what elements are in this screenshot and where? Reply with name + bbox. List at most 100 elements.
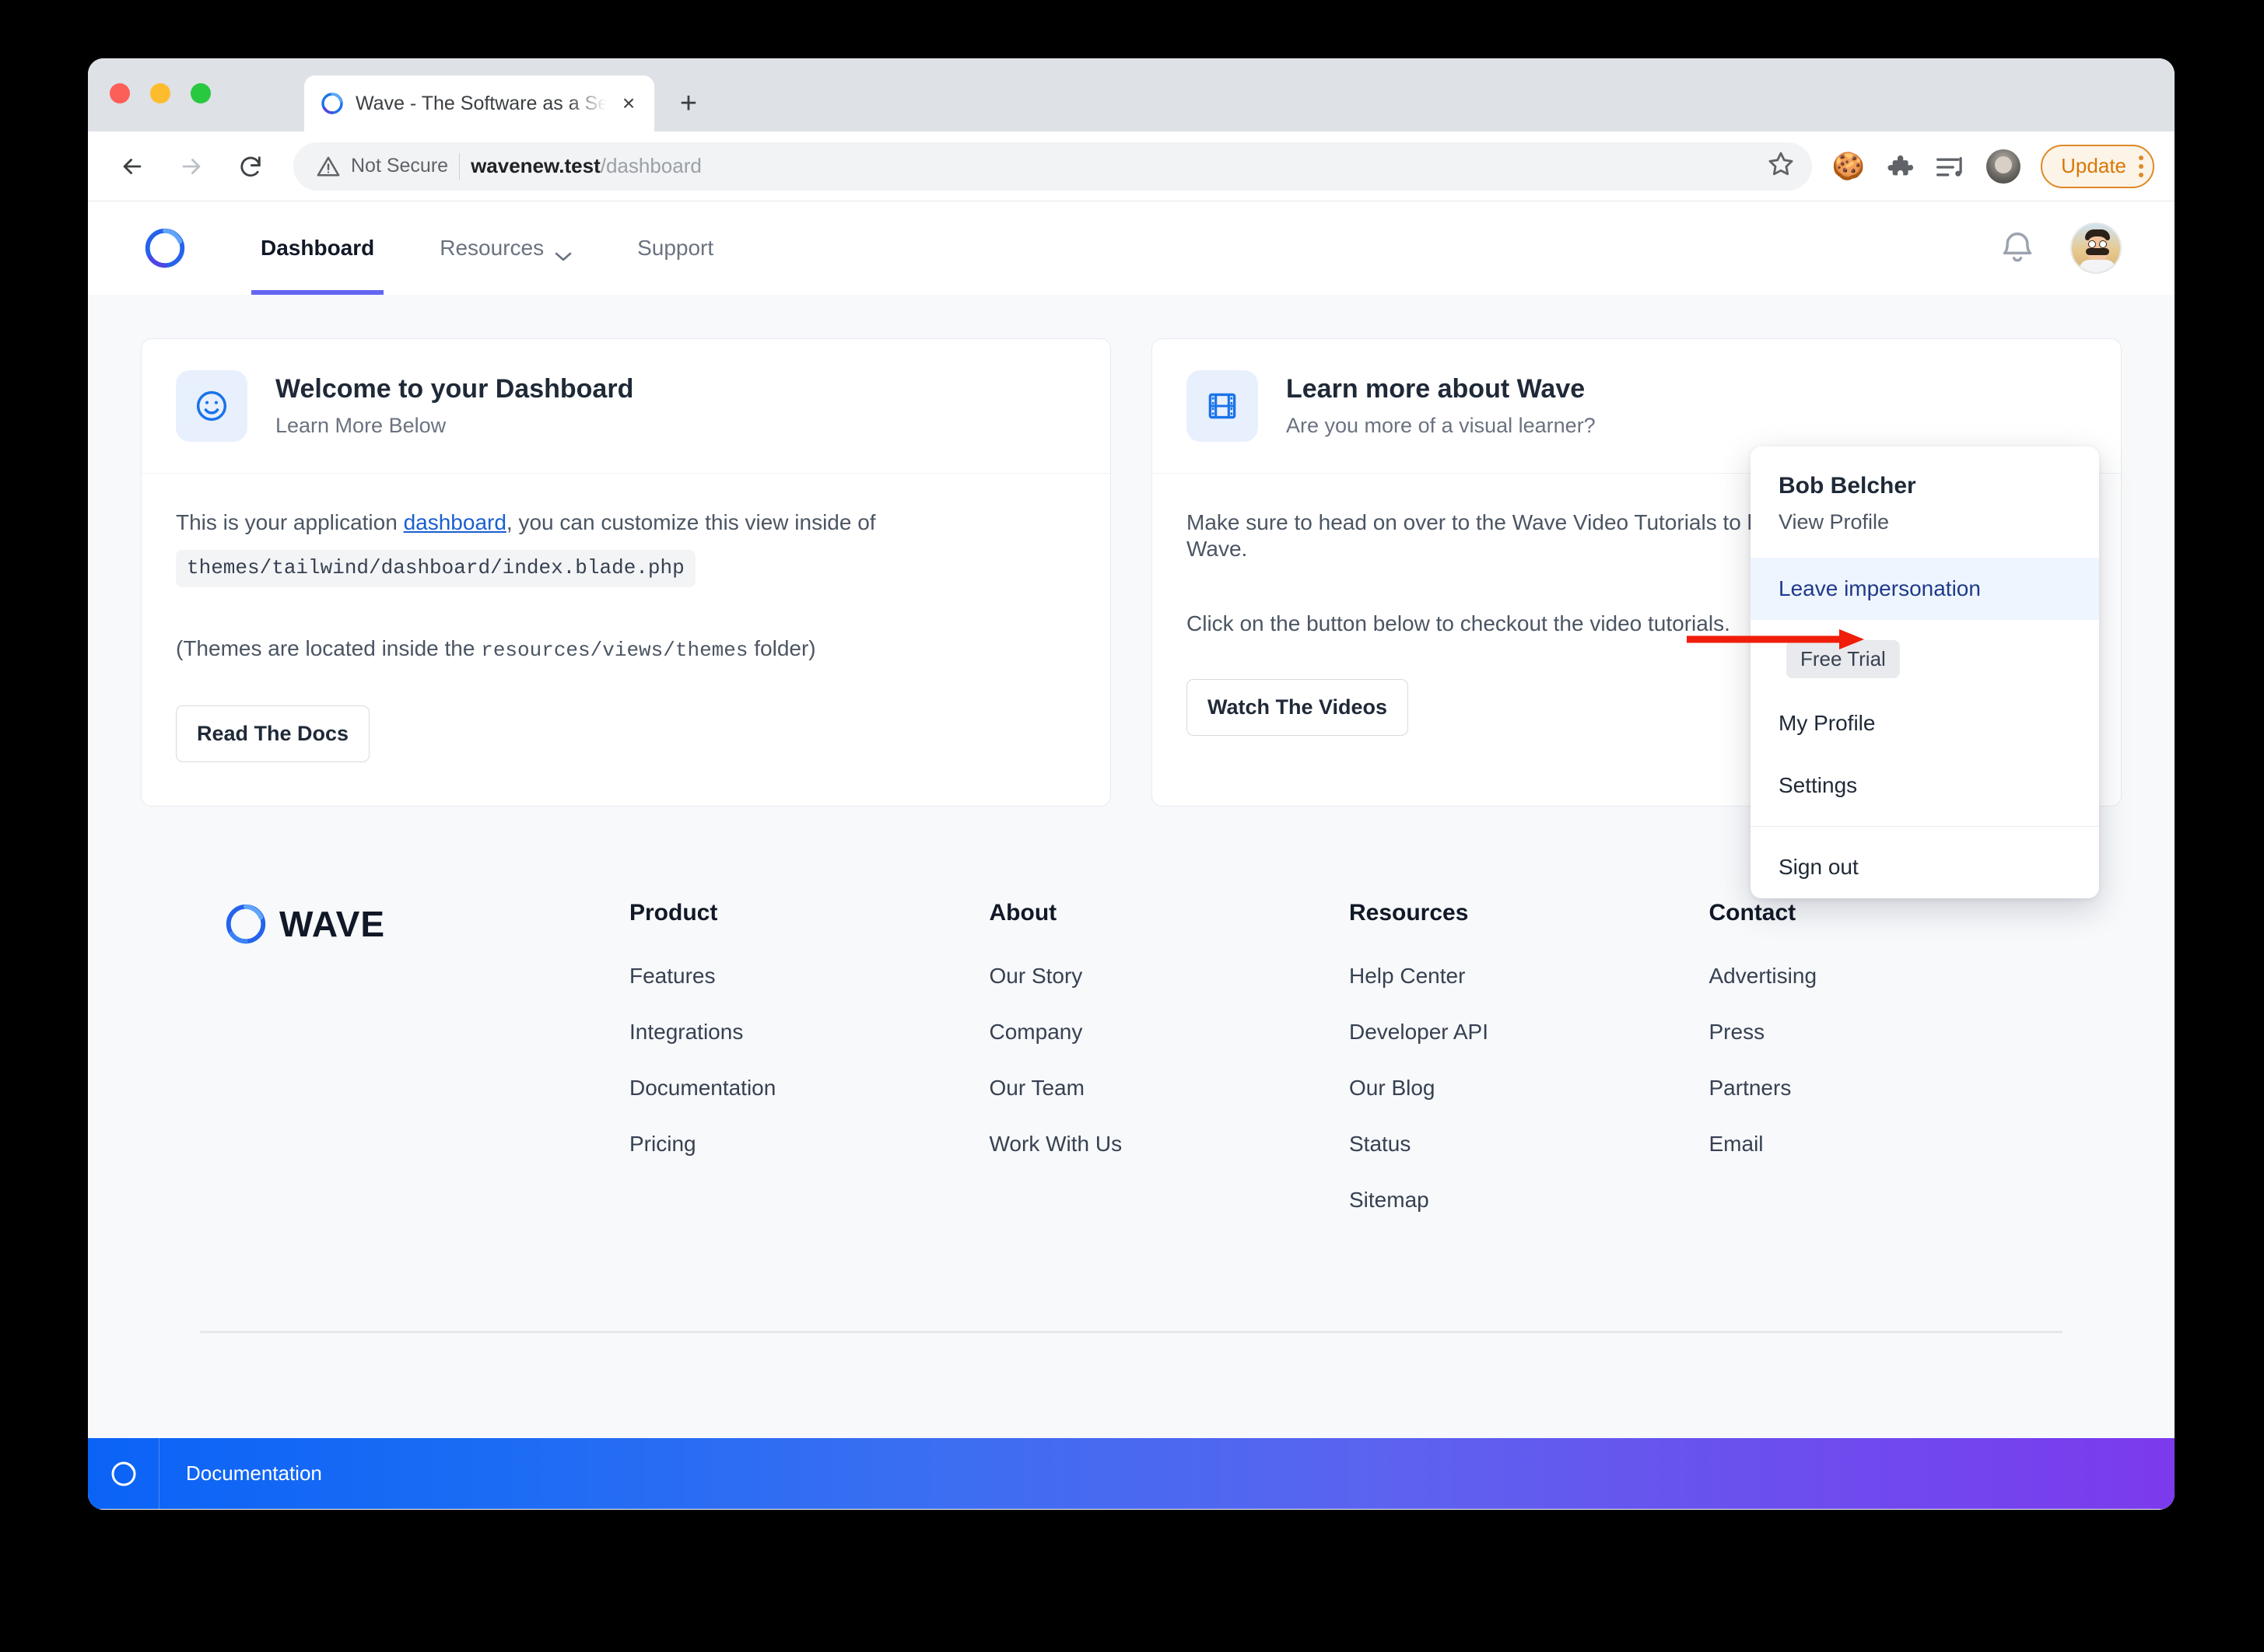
browser-profile-avatar[interactable] [1986,149,2021,184]
footer-column-about: About Our Story Company Our Team Work Wi… [990,900,1350,1244]
cookie-icon[interactable]: 🍪 [1832,153,1865,180]
user-dropdown-menu: Bob Belcher View Profile Leave impersona… [1751,446,2099,898]
close-tab-icon[interactable]: × [617,92,640,115]
dashboard-link[interactable]: dashboard [404,510,506,534]
puzzle-piece-icon[interactable] [1885,152,1915,181]
footer-link[interactable]: Email [1709,1132,2069,1157]
watch-the-videos-button[interactable]: Watch The Videos [1186,679,1409,737]
footer-column-heading: Resources [1349,899,1469,926]
app-navbar: Dashboard Resources Support [88,201,2175,295]
address-bar[interactable]: Not Secure wavenew.test/dashboard [293,142,1812,191]
nav-link-support[interactable]: Support [605,201,746,295]
nav-link-dashboard[interactable]: Dashboard [228,201,407,295]
footer-link[interactable]: Our Blog [1349,1076,1709,1101]
themes-note-after: folder) [748,635,816,660]
smiley-face-icon [176,370,247,442]
dropdown-divider [1751,826,2099,827]
card-header-text: Learn more about Wave Are you more of a … [1286,374,1596,438]
footer-brand-text: WAVE [279,903,386,944]
update-button[interactable]: Update [2041,144,2154,188]
footer-link[interactable]: Sitemap [1349,1188,1709,1213]
welcome-card: Welcome to your Dashboard Learn More Bel… [141,338,1111,807]
card-header-text: Welcome to your Dashboard Learn More Bel… [275,374,633,438]
nav-link-label: Resources [440,236,545,260]
footer-link[interactable]: Features [629,964,990,989]
dropdown-user-header[interactable]: Bob Belcher View Profile [1751,446,2099,558]
wave-logo-icon [222,900,270,948]
new-tab-button[interactable]: + [667,82,710,125]
browser-window: Wave - The Software as a Serv × + Not Se… [88,58,2175,1510]
kebab-menu-icon[interactable] [2139,155,2143,177]
footer-brand: WAVE [194,900,629,1244]
toolbar-right-actions: 🍪 Update [1832,144,2154,188]
maximize-window-button[interactable] [191,83,211,103]
star-icon[interactable] [1765,149,1801,184]
media-playlist-icon[interactable] [1935,153,1966,180]
paragraph-text-before: This is your application [176,510,404,534]
url-path: /dashboard [600,154,702,177]
menu-item-sign-out[interactable]: Sign out [1751,836,2099,898]
nav-link-label: Support [637,236,714,260]
footer-divider [200,1330,2062,1333]
primary-nav: Dashboard Resources Support [228,201,746,295]
nav-link-label: Dashboard [261,236,375,260]
theme-path-code: themes/tailwind/dashboard/index.blade.ph… [176,550,696,587]
paragraph-text-after: , you can customize this view inside of [506,510,876,534]
footer-link[interactable]: Our Story [990,964,1350,989]
footer-link[interactable]: Developer API [1349,1020,1709,1045]
wave-logo-icon[interactable] [141,224,189,272]
footer-link[interactable]: Company [990,1020,1350,1045]
footer-column-heading: Contact [1709,899,1796,926]
documentation-link[interactable]: Documentation [159,1461,349,1486]
window-traffic-lights [110,83,211,103]
dropdown-user-name: Bob Belcher [1779,473,1916,499]
bottom-docs-bar: Documentation [88,1438,2175,1509]
footer-link[interactable]: Integrations [629,1020,990,1045]
card-paragraph-themes: (Themes are located inside the resources… [176,635,1076,663]
user-avatar[interactable] [2070,222,2122,274]
menu-item-leave-impersonation[interactable]: Leave impersonation [1751,558,2099,620]
footer-link[interactable]: Press [1709,1020,2069,1045]
forward-icon[interactable] [167,142,216,191]
card-paragraph: This is your application dashboard, you … [176,509,1076,587]
card-title: Welcome to your Dashboard [275,374,634,404]
wave-logo-icon[interactable] [88,1438,159,1509]
footer-column-contact: Contact Advertising Press Partners Email [1709,900,2069,1244]
footer-link[interactable]: Documentation [629,1076,990,1101]
page-viewport: Dashboard Resources Support Welcome to y… [88,201,2175,1509]
nav-link-resources[interactable]: Resources [407,201,605,295]
wave-wordmark: WAVE [222,900,629,948]
security-status-label: Not Secure [351,155,449,177]
footer-link[interactable]: Help Center [1349,964,1709,989]
themes-note-before: (Themes are located inside the [176,635,482,660]
close-window-button[interactable] [110,83,130,103]
url-text: wavenew.test/dashboard [471,154,702,178]
card-title: Learn more about Wave [1286,374,1586,404]
browser-tab[interactable]: Wave - The Software as a Serv × [304,75,654,131]
menu-item-settings[interactable]: Settings [1751,754,2099,817]
chevron-down-icon [555,243,572,261]
footer-link[interactable]: Work With Us [990,1132,1350,1157]
menu-item-my-profile[interactable]: My Profile [1751,692,2099,754]
footer-link[interactable]: Advertising [1709,964,2069,989]
footer-link[interactable]: Our Team [990,1076,1350,1101]
omnibox-divider [459,152,461,180]
card-header: Welcome to your Dashboard Learn More Bel… [142,339,1110,474]
notification-bell-icon[interactable] [2000,229,2034,267]
back-icon[interactable] [108,142,156,191]
dropdown-view-profile-link[interactable]: View Profile [1779,510,2071,534]
minimize-window-button[interactable] [150,83,170,103]
reload-icon[interactable] [226,142,275,191]
not-secure-warning-icon [317,155,340,178]
wave-logo-icon [320,91,345,116]
read-the-docs-button[interactable]: Read The Docs [176,705,370,762]
card-subtitle: Are you more of a visual learner? [1286,414,1596,437]
red-annotation-arrow-icon [1687,628,1866,651]
card-body: This is your application dashboard, you … [142,474,1110,806]
url-host: wavenew.test [471,154,601,177]
footer-link[interactable]: Partners [1709,1076,2069,1101]
footer-link[interactable]: Pricing [629,1132,990,1157]
footer-link[interactable]: Status [1349,1132,1709,1157]
update-label: Update [2061,154,2126,177]
footer-column-product: Product Features Integrations Documentat… [629,900,990,1244]
